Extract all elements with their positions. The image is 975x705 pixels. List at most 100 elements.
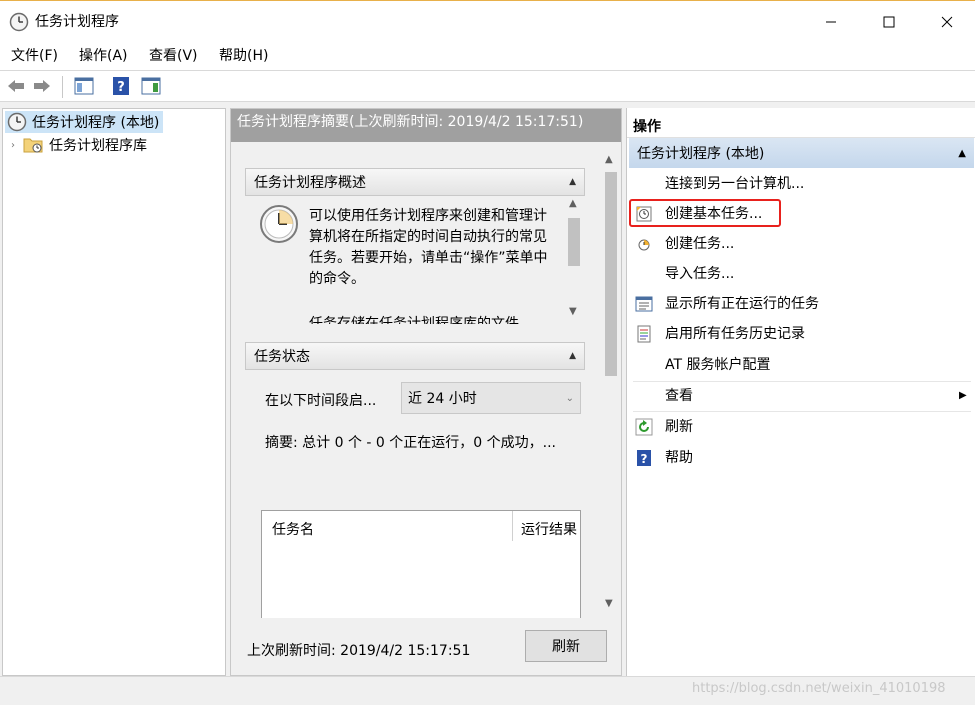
summary-scrollbar[interactable]: ▲ ▼ xyxy=(601,142,621,618)
last-refresh-time: 上次刷新时间: 2019/4/2 15:17:51 xyxy=(247,643,471,659)
action-create-basic-task[interactable]: 创建基本任务... xyxy=(627,199,972,229)
svg-text:?: ? xyxy=(641,452,648,466)
actions-group-label: 任务计划程序 (本地) xyxy=(637,146,765,162)
minimize-button[interactable] xyxy=(802,1,860,43)
action-create-task[interactable]: 创建任务... xyxy=(627,229,972,259)
action-label: AT 服务帐户配置 xyxy=(665,357,771,373)
action-label: 启用所有任务历史记录 xyxy=(665,326,805,342)
action-enable-task-history[interactable]: 启用所有任务历史记录 xyxy=(627,319,972,349)
task-history-icon xyxy=(635,325,653,343)
forward-arrow-icon xyxy=(34,80,50,92)
create-basic-task-icon xyxy=(635,205,653,223)
submenu-arrow-icon: ▶ xyxy=(959,390,967,401)
folder-clock-icon xyxy=(23,138,43,153)
refresh-button[interactable]: 刷新 xyxy=(525,630,607,662)
action-label: 导入任务... xyxy=(665,266,735,282)
svg-text:?: ? xyxy=(117,80,125,95)
main-area: 任务计划程序 (本地) › 任务计划程序库 任务计划程序摘要(上次刷新时间: 2… xyxy=(0,102,975,676)
status-summary: 摘要: 总计 0 个 - 0 个正在运行，0 个成功，... xyxy=(265,435,556,451)
show-hide-action-pane-button[interactable] xyxy=(139,75,163,97)
menu-action[interactable]: 操作(A) xyxy=(79,47,128,65)
actions-pane: 操作 任务计划程序 (本地) ▲ 连接到另一台计算机... 创建基本任务... … xyxy=(626,108,975,676)
scroll-down-icon[interactable]: ▼ xyxy=(605,598,613,609)
scroll-up-icon[interactable]: ▲ xyxy=(605,154,613,165)
chevron-down-icon: ⌄ xyxy=(565,392,574,404)
refresh-icon xyxy=(635,418,653,436)
running-tasks-icon xyxy=(635,295,653,313)
toolbar-separator xyxy=(62,76,63,98)
overview-description-more: 任务存储在任务计划程序库的文件 xyxy=(309,316,519,324)
column-header-run-result[interactable]: 运行结果 xyxy=(521,519,577,539)
tree-item-library[interactable]: › 任务计划程序库 xyxy=(11,134,147,156)
large-clock-icon xyxy=(260,205,298,243)
maximize-icon xyxy=(883,16,895,28)
status-bar: https://blog.csdn.net/weixin_41010198 xyxy=(0,676,975,705)
minimize-icon xyxy=(826,21,836,23)
overview-content: 可以使用任务计划程序来创建和管理计算机将在所指定的时间自动执行的常见任务。若要开… xyxy=(245,196,585,324)
collapse-triangle-icon[interactable]: ▲ xyxy=(958,148,966,159)
action-help[interactable]: ? 帮助 xyxy=(627,443,972,473)
action-at-service-account[interactable]: AT 服务帐户配置 xyxy=(627,350,972,380)
console-tree-icon xyxy=(74,77,94,95)
summary-body: 任务计划程序概述 ▲ 可以使用任务计划程序来创建和管理计算机将在所指定的时间自动… xyxy=(231,142,621,620)
toolbar: ? xyxy=(0,70,975,102)
menu-view[interactable]: 查看(V) xyxy=(149,47,198,65)
action-label: 显示所有正在运行的任务 xyxy=(665,296,819,312)
overview-section-header[interactable]: 任务计划程序概述 ▲ xyxy=(245,168,585,196)
close-button[interactable] xyxy=(918,1,975,43)
action-label: 连接到另一台计算机... xyxy=(665,176,805,192)
period-select[interactable]: 近 24 小时 ⌄ xyxy=(401,382,581,414)
menu-file[interactable]: 文件(F) xyxy=(11,47,58,65)
summary-scroll-thumb[interactable] xyxy=(605,172,617,376)
action-label: 刷新 xyxy=(665,419,693,435)
back-arrow-icon xyxy=(8,80,24,92)
window-title: 任务计划程序 xyxy=(35,14,119,30)
clock-icon xyxy=(9,12,29,32)
action-label: 查看 xyxy=(665,388,693,404)
task-status-table: 任务名 运行结果 xyxy=(261,510,581,620)
collapse-caret-icon[interactable]: ▲ xyxy=(569,351,576,361)
help-icon: ? xyxy=(635,449,653,467)
overview-scrollbar[interactable]: ▲ ▼ xyxy=(565,196,583,324)
help-icon: ? xyxy=(113,77,129,95)
menu-help[interactable]: 帮助(H) xyxy=(219,47,268,65)
task-scheduler-window: 任务计划程序 文件(F) 操作(A) 查看(V) 帮助(H) ? 任务计划程序 … xyxy=(0,0,975,705)
action-refresh[interactable]: 刷新 xyxy=(627,412,972,442)
maximize-button[interactable] xyxy=(860,1,918,43)
summary-footer: 上次刷新时间: 2019/4/2 15:17:51 刷新 xyxy=(231,618,621,675)
summary-pane: 任务计划程序摘要(上次刷新时间: 2019/4/2 15:17:51) 任务计划… xyxy=(230,108,622,676)
actions-group-header[interactable]: 任务计划程序 (本地) ▲ xyxy=(629,138,974,168)
scroll-up-icon[interactable]: ▲ xyxy=(569,198,577,209)
action-display-running-tasks[interactable]: 显示所有正在运行的任务 xyxy=(627,289,972,319)
expand-chevron-icon[interactable]: › xyxy=(11,140,15,151)
summary-header: 任务计划程序摘要(上次刷新时间: 2019/4/2 15:17:51) xyxy=(231,109,621,142)
status-section-header[interactable]: 任务状态 ▲ xyxy=(245,342,585,370)
overview-description: 可以使用任务计划程序来创建和管理计算机将在所指定的时间自动执行的常见任务。若要开… xyxy=(309,208,548,287)
action-label: 帮助 xyxy=(665,450,693,466)
forward-button[interactable] xyxy=(30,75,54,97)
column-divider[interactable] xyxy=(512,511,513,541)
action-label: 创建任务... xyxy=(665,236,735,252)
show-hide-tree-button[interactable] xyxy=(72,75,96,97)
collapse-caret-icon[interactable]: ▲ xyxy=(569,177,576,187)
action-connect-computer[interactable]: 连接到另一台计算机... xyxy=(627,169,972,199)
overview-scroll-thumb[interactable] xyxy=(568,218,580,266)
action-pane-icon xyxy=(141,77,161,95)
column-header-task-name[interactable]: 任务名 xyxy=(272,519,314,539)
scroll-down-icon[interactable]: ▼ xyxy=(569,306,577,317)
period-select-value: 近 24 小时 xyxy=(408,391,477,407)
action-label: 创建基本任务... xyxy=(665,206,763,222)
overview-title: 任务计划程序概述 xyxy=(254,175,366,191)
help-toolbar-button[interactable]: ? xyxy=(109,75,133,97)
action-view[interactable]: 查看 ▶ xyxy=(627,381,972,411)
tree-item-root[interactable]: 任务计划程序 (本地) xyxy=(5,111,164,133)
console-tree: 任务计划程序 (本地) › 任务计划程序库 xyxy=(2,108,226,676)
action-import-task[interactable]: 导入任务... xyxy=(627,259,972,289)
close-icon xyxy=(941,16,953,28)
tree-library-label: 任务计划程序库 xyxy=(49,138,147,154)
back-button[interactable] xyxy=(4,75,28,97)
title-bar: 任务计划程序 xyxy=(0,1,975,43)
create-task-icon xyxy=(635,235,653,253)
period-label: 在以下时间段启... xyxy=(265,393,377,409)
watermark-text: https://blog.csdn.net/weixin_41010198 xyxy=(692,681,946,696)
